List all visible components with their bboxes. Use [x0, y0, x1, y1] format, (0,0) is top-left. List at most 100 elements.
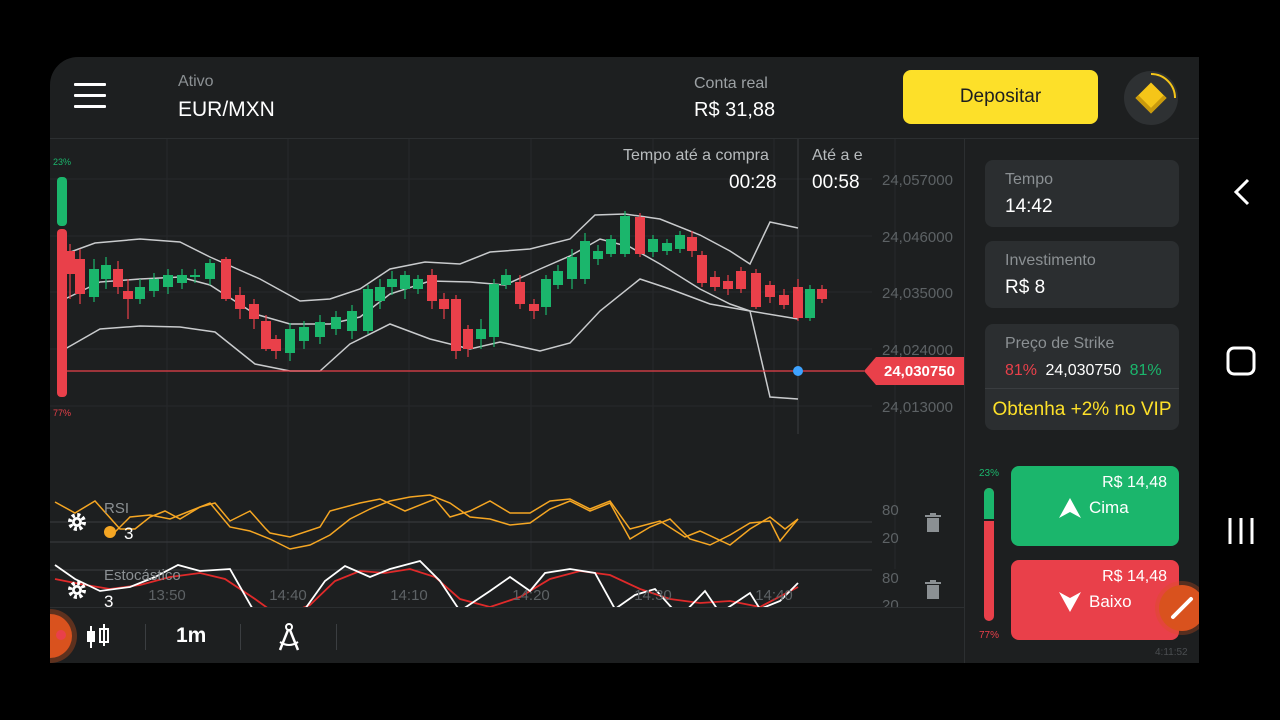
- up-payout: R$ 14,48: [1102, 474, 1167, 491]
- divider: [240, 624, 241, 650]
- live-indicator-icon[interactable]: [50, 614, 72, 658]
- strike-row: 81% 24,030750 81%: [1005, 362, 1162, 380]
- timer-buy-value: 00:28: [729, 172, 777, 193]
- candle-body: [221, 259, 231, 299]
- candle-body: [123, 291, 133, 299]
- candle-body: [675, 235, 685, 249]
- candle-body: [235, 295, 245, 309]
- candle-body: [793, 287, 803, 318]
- back-icon[interactable]: [1233, 178, 1250, 206]
- candle-body: [177, 275, 187, 283]
- investment-label: Investimento: [1005, 252, 1096, 269]
- strike-card: Preço de Strike 81% 24,030750 81% Obtenh…: [985, 324, 1179, 430]
- time-tick: 14:30: [634, 587, 672, 604]
- candle-body: [687, 237, 697, 251]
- drawing-tools-compass-icon[interactable]: [276, 622, 302, 652]
- deposit-button[interactable]: Depositar: [903, 70, 1098, 124]
- down-payout: R$ 14,48: [1102, 568, 1167, 585]
- arrow-up-icon: [1059, 498, 1081, 518]
- candle-body: [779, 295, 789, 305]
- candle-body: [697, 255, 707, 283]
- time-label: Tempo: [1005, 171, 1054, 188]
- bottom-toolbar: 1m: [50, 607, 964, 663]
- price-tick: 24,057000: [882, 172, 953, 189]
- price-tick: 24,035000: [882, 285, 953, 302]
- rsi-period: 3: [124, 524, 134, 543]
- candle-body: [299, 327, 309, 341]
- current-price-tag: 24,030750: [864, 357, 964, 385]
- candle-body: [113, 269, 123, 287]
- divider: [145, 624, 146, 650]
- rsi-settings-gear-icon[interactable]: [66, 511, 88, 533]
- divider: [336, 624, 337, 650]
- asset-selector[interactable]: EUR/MXN: [178, 98, 275, 122]
- candle-body: [163, 275, 173, 287]
- candle-body: [635, 217, 645, 254]
- down-button[interactable]: R$ 14,48 Baixo: [1011, 560, 1179, 640]
- candle-body: [620, 216, 630, 254]
- candle-body: [723, 281, 733, 289]
- candle-body: [347, 311, 357, 331]
- price-tick: 24,046000: [882, 229, 953, 246]
- home-icon[interactable]: [1226, 346, 1256, 376]
- chart-type-candles-icon[interactable]: [86, 624, 110, 650]
- arrow-down-icon: [1059, 592, 1081, 612]
- time-tick: 13:50: [148, 587, 186, 604]
- rsi-name: RSI: [104, 500, 130, 517]
- rsi-delete-icon[interactable]: [924, 513, 942, 533]
- hamburger-menu-icon[interactable]: [74, 83, 106, 113]
- candle-body: [101, 265, 111, 279]
- investment-value: R$ 8: [1005, 277, 1046, 298]
- stoch-level-label: 20: [882, 597, 899, 607]
- timeframe-selector[interactable]: 1m: [176, 624, 206, 648]
- top-bar: Ativo EUR/MXN Conta real R$ 31,88 Deposi…: [50, 57, 1199, 139]
- stoch-delete-icon[interactable]: [924, 580, 942, 600]
- current-price: 24,030750: [884, 363, 955, 380]
- price-chart[interactable]: 80 20 80 20 24,057000 24,046000 24,035000 24,…: [50, 139, 964, 607]
- pct-bar-down: [57, 229, 67, 397]
- account-balance[interactable]: R$ 31,88: [694, 99, 775, 122]
- candle-body: [89, 269, 99, 297]
- candle-body: [375, 287, 385, 301]
- investment-card[interactable]: Investimento R$ 8: [985, 241, 1179, 308]
- time-card[interactable]: Tempo 14:42: [985, 160, 1179, 227]
- candle-body: [648, 239, 658, 252]
- chart-area[interactable]: 80 20 80 20 24,057000 24,046000 24,035000 24,…: [50, 139, 964, 611]
- stoch-settings-gear-icon[interactable]: [66, 579, 88, 601]
- candle-body: [149, 279, 159, 291]
- time-tick: 14:20: [512, 587, 550, 604]
- candle-body: [387, 279, 397, 287]
- candle-body: [662, 243, 672, 251]
- candle-body: [205, 263, 215, 279]
- trade-panel: Tempo 14:42 Investimento R$ 8 Preço de S…: [964, 139, 1199, 663]
- pct-bar-up: [57, 177, 67, 226]
- account-type-label[interactable]: Conta real: [694, 75, 768, 93]
- time-value: 14:42: [1005, 196, 1053, 217]
- recents-icon[interactable]: [1228, 518, 1254, 544]
- timer-buy-label: Tempo até a compra: [623, 147, 769, 164]
- candle-body: [489, 284, 499, 337]
- candle-body: [463, 329, 473, 349]
- up-label: Cima: [1089, 498, 1129, 517]
- candle-body: [249, 304, 259, 319]
- vip-button[interactable]: Obtenha +2% no VIP: [985, 388, 1179, 431]
- up-button[interactable]: R$ 14,48 Cima: [1011, 466, 1179, 546]
- asset-label: Ativo: [178, 73, 214, 90]
- candle-body: [451, 299, 461, 351]
- candle-body: [805, 289, 815, 318]
- candle-body: [817, 289, 827, 299]
- down-label: Baixo: [1089, 592, 1132, 611]
- strike-low-pct: 81%: [1005, 362, 1038, 379]
- candle-body: [765, 285, 775, 297]
- draw-floating-button[interactable]: [1159, 585, 1199, 631]
- candle-body: [553, 271, 563, 285]
- time-tick: 14:40: [755, 587, 793, 604]
- candle-body: [541, 279, 551, 307]
- rsi-level-label: 20: [882, 530, 899, 547]
- system-navigation: [1200, 0, 1280, 720]
- candle-body: [567, 257, 577, 279]
- brush-icon: [1171, 597, 1193, 619]
- strike-value: 24,030750: [1045, 362, 1122, 379]
- avatar[interactable]: [1124, 71, 1178, 125]
- candle-body: [315, 322, 325, 337]
